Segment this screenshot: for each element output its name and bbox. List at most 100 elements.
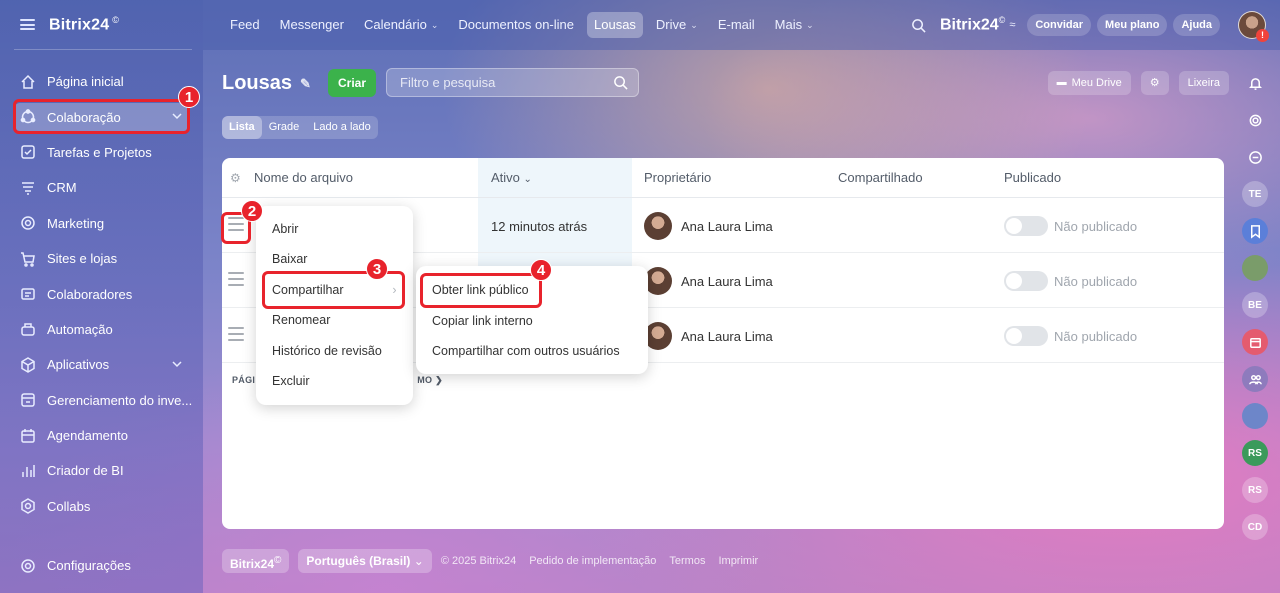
header-logo[interactable]: Bitrix24© [940, 15, 1005, 34]
sidebar-item-aplicativos[interactable]: Aplicativos [0, 347, 203, 382]
search-icon[interactable] [613, 75, 628, 93]
sidebar-item-marketing[interactable]: Marketing [0, 206, 203, 241]
sidebar-item-crm[interactable]: CRM [0, 170, 203, 205]
rail-avatar-rs[interactable]: RS [1242, 440, 1268, 466]
row-menu-icon[interactable] [228, 272, 244, 286]
right-rail: TE BE RS RS CD [1230, 70, 1280, 551]
pin-icon[interactable]: ✎ [300, 76, 311, 92]
search-input[interactable] [400, 75, 600, 90]
search-icon[interactable] [911, 14, 940, 36]
chevron-down-icon: ⌄ [430, 20, 439, 30]
col-proprietario[interactable]: Proprietário [644, 158, 711, 198]
sidebar-item-tarefas[interactable]: Tarefas e Projetos [0, 135, 203, 170]
swap-icon[interactable]: ≈ [1009, 19, 1015, 31]
tab-lista[interactable]: Lista [222, 116, 262, 139]
menu-item-compartilhar-usuarios[interactable]: Compartilhar com outros usuários [432, 341, 620, 361]
col-nome[interactable]: Nome do arquivo [254, 158, 353, 198]
topnav-drive[interactable]: Drive ⌄ [649, 12, 705, 38]
cell-owner[interactable]: Ana Laura Lima [644, 199, 773, 253]
sidebar-item-colaboradores[interactable]: Colaboradores [0, 276, 203, 311]
rail-chat-image[interactable] [1242, 255, 1268, 281]
marketing-icon [20, 215, 36, 231]
inventory-icon [20, 392, 36, 408]
rail-avatar-cd[interactable]: CD [1242, 514, 1268, 540]
sidebar-item-sites[interactable]: Sites e lojas [0, 241, 203, 276]
footer-brand[interactable]: Bitrix24© [222, 549, 290, 573]
help-button[interactable]: Ajuda [1173, 14, 1220, 36]
sidebar-item-colaboracao[interactable]: Colaboração [0, 99, 203, 134]
cell-published: Não publicado [1004, 199, 1137, 253]
topnav-calendario[interactable]: Calendário ⌄ [357, 12, 445, 38]
settings-button[interactable]: ⚙ [1140, 71, 1169, 95]
trash-button[interactable]: Lixeira [1178, 71, 1229, 95]
topnav-messenger[interactable]: Messenger [273, 12, 351, 38]
menu-item-renomear[interactable]: Renomear [272, 310, 330, 330]
sidebar-item-home[interactable]: Página inicial [0, 64, 203, 99]
create-button[interactable]: Criar [328, 69, 376, 97]
publish-toggle[interactable] [1004, 271, 1048, 291]
group-icon[interactable] [1242, 366, 1268, 392]
sidebar-item-label: Criador de BI [47, 463, 124, 479]
language-select[interactable]: Português (Brasil) ⌄ [298, 549, 432, 573]
footer-link-imprimir[interactable]: Imprimir [718, 555, 758, 567]
rail-chat-blue[interactable] [1242, 403, 1268, 429]
sidebar-item-collabs[interactable]: Collabs [0, 489, 203, 524]
col-compartilhado[interactable]: Compartilhado [838, 158, 923, 198]
cell-owner[interactable]: Ana Laura Lima [644, 309, 773, 363]
topnav-mais[interactable]: Mais ⌄ [768, 12, 821, 38]
row-menu-icon[interactable] [228, 327, 244, 341]
sidebar-item-label: CRM [47, 180, 77, 196]
chat-icon[interactable] [1242, 144, 1268, 170]
bookmark-icon[interactable] [1242, 218, 1268, 244]
gear-icon[interactable]: ⚙ [230, 158, 241, 198]
publish-toggle[interactable] [1004, 326, 1048, 346]
app-logo[interactable]: Bitrix24 © [49, 15, 119, 34]
my-drive-button[interactable]: ▬ Meu Drive [1047, 71, 1131, 95]
rail-avatar-be[interactable]: BE [1242, 292, 1268, 318]
row-menu-icon[interactable] [228, 217, 244, 231]
top-bar: Feed Messenger Calendário ⌄ Documentos on… [203, 0, 1280, 50]
chevron-down-icon[interactable] [171, 358, 183, 370]
invite-button[interactable]: Convidar [1027, 14, 1092, 36]
menu-item-link-publico[interactable]: Obter link público [432, 280, 529, 300]
top-nav: Feed Messenger Calendário ⌄ Documentos on… [223, 12, 827, 38]
cell-owner[interactable]: Ana Laura Lima [644, 254, 773, 308]
publish-toggle[interactable] [1004, 216, 1048, 236]
menu-item-compartilhar[interactable]: Compartilhar › [272, 280, 397, 300]
sidebar-item-label: Collabs [47, 498, 91, 514]
tab-grade[interactable]: Grade [262, 116, 307, 139]
avatar[interactable]: ! [1238, 11, 1269, 42]
topnav-email[interactable]: E-mail [711, 12, 762, 38]
target-icon[interactable] [1242, 107, 1268, 133]
topnav-documentos[interactable]: Documentos on-line [451, 12, 581, 38]
sidebar-item-agendamento[interactable]: Agendamento [0, 418, 203, 453]
topnav-feed[interactable]: Feed [223, 12, 267, 38]
tab-lado-a-lado[interactable]: Lado a lado [306, 116, 378, 139]
collaboration-icon [20, 109, 36, 125]
menu-item-abrir[interactable]: Abrir [272, 219, 298, 239]
topnav-lousas[interactable]: Lousas [587, 12, 643, 38]
bell-icon[interactable] [1242, 70, 1268, 96]
chevron-down-icon[interactable] [171, 110, 183, 122]
calendar-icon[interactable] [1242, 329, 1268, 355]
sidebar-item-label: Colaboração [47, 109, 121, 125]
sidebar-item-automacao[interactable]: Automação [0, 312, 203, 347]
menu-icon[interactable] [20, 19, 35, 31]
chevron-down-icon: ⌄ [806, 20, 814, 30]
footer-link-termos[interactable]: Termos [669, 555, 705, 567]
rail-avatar-te[interactable]: TE [1242, 181, 1268, 207]
col-ativo[interactable]: Ativo ⌄ [491, 158, 532, 198]
sidebar-item-label: Colaboradores [47, 286, 133, 302]
footer-link-implementacao[interactable]: Pedido de implementação [529, 555, 656, 567]
filter-search[interactable] [386, 68, 639, 97]
sidebar-item-bi[interactable]: Criador de BI [0, 453, 203, 488]
menu-item-excluir[interactable]: Excluir [272, 371, 310, 391]
menu-item-baixar[interactable]: Baixar [272, 249, 307, 269]
menu-item-historico[interactable]: Histórico de revisão [272, 341, 382, 361]
col-publicado[interactable]: Publicado [1004, 158, 1061, 198]
sidebar-item-inventario[interactable]: Gerenciamento do inve... [0, 383, 203, 418]
sidebar-item-configuracoes[interactable]: Configurações [0, 548, 203, 583]
menu-item-link-interno[interactable]: Copiar link interno [432, 311, 533, 331]
my-plan-button[interactable]: Meu plano [1097, 14, 1168, 36]
rail-avatar-rs-2[interactable]: RS [1242, 477, 1268, 503]
